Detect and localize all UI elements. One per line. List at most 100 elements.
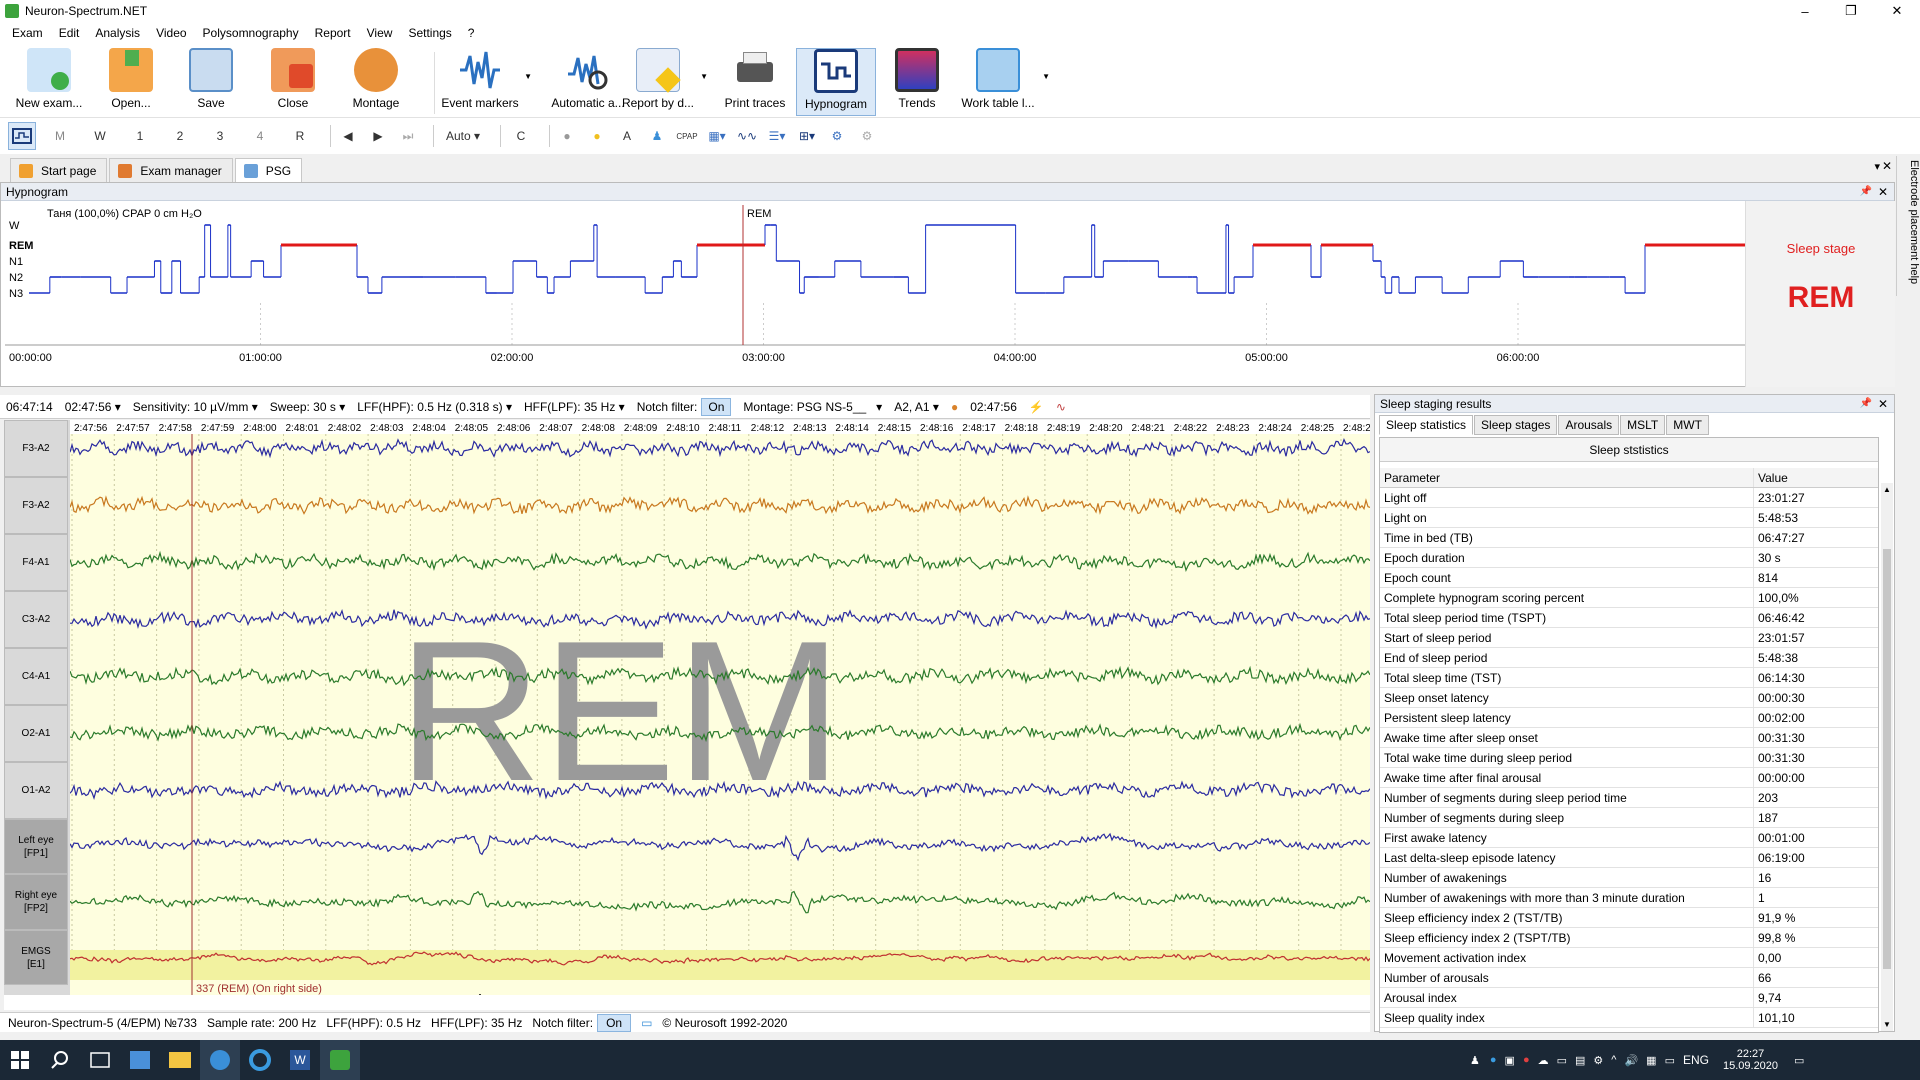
lamp-on-icon[interactable]: ● xyxy=(586,122,608,150)
channel-label[interactable]: EMGS [E1] xyxy=(4,930,68,985)
table-row[interactable]: Number of segments during sleep 187 xyxy=(1380,808,1878,828)
tray-app-icon[interactable]: ▣ xyxy=(1505,1054,1515,1067)
hypnogram-button[interactable]: Hypnogram xyxy=(796,48,876,116)
menu-view[interactable]: View xyxy=(359,26,401,40)
table-row[interactable]: Total sleep period time (TSPT) 06:46:42 xyxy=(1380,608,1878,628)
table-row[interactable]: Awake time after sleep onset 00:31:30 xyxy=(1380,728,1878,748)
table-row[interactable]: Sleep efficiency index 2 (TST/TB) 91,9 % xyxy=(1380,908,1878,928)
tab-arousals[interactable]: Arousals xyxy=(1558,415,1620,435)
hff-dropdown[interactable]: HFF(LPF): 35 Hz ▾ xyxy=(524,400,625,414)
results-scrollbar[interactable]: ▲ ▼ xyxy=(1881,483,1893,1031)
table-row[interactable]: Complete hypnogram scoring percent 100,0% xyxy=(1380,588,1878,608)
tray-device-icon[interactable]: ▭ xyxy=(1557,1054,1567,1067)
cursor-time-dropdown[interactable]: 02:47:56 ▾ xyxy=(65,400,121,414)
scrollbar-thumb[interactable] xyxy=(1883,549,1891,969)
electrode-placement-help-tab[interactable]: Electrode placement help xyxy=(1896,156,1920,296)
table-row[interactable]: Time in bed (TB) 06:47:27 xyxy=(1380,528,1878,548)
table-row[interactable]: Last delta-sleep episode latency 06:19:00 xyxy=(1380,848,1878,868)
person-icon[interactable]: ♟ xyxy=(646,122,668,150)
scroll-up-icon[interactable]: ▲ xyxy=(1883,485,1891,494)
volume-icon[interactable]: 🔊 xyxy=(1624,1054,1638,1067)
taskbar-app-neuron-icon[interactable] xyxy=(200,1040,240,1080)
table-row[interactable]: Epoch duration 30 s xyxy=(1380,548,1878,568)
table-row[interactable]: Start of sleep period 23:01:57 xyxy=(1380,628,1878,648)
status-notch-toggle[interactable]: On xyxy=(597,1013,632,1032)
chevron-down-icon[interactable]: ▼ xyxy=(524,72,532,81)
analysis-icon[interactable]: ⚙ xyxy=(826,122,848,150)
column-header-parameter[interactable]: Parameter xyxy=(1380,468,1754,487)
channel-label[interactable]: Left eye [FP1] xyxy=(4,819,68,874)
cpap-button[interactable]: CPAP xyxy=(676,122,698,150)
channel-label[interactable]: O1-A2 xyxy=(4,762,68,819)
stage-2-button[interactable]: 2 xyxy=(164,122,196,150)
chevron-down-icon[interactable]: ▼ xyxy=(700,72,708,81)
save-button[interactable]: Save xyxy=(186,48,236,116)
channel-label[interactable]: O2-A1 xyxy=(4,705,68,762)
stage-r-button[interactable]: R xyxy=(284,122,316,150)
eeg-plot[interactable]: 2:47:56 2:47:57 2:47:58 2:47:59 2:48:00 2:48:… xyxy=(70,420,1370,995)
skype-icon[interactable]: ● xyxy=(1490,1054,1497,1066)
table-row[interactable]: Epoch count 814 xyxy=(1380,568,1878,588)
word-icon[interactable]: W xyxy=(280,1040,320,1080)
menu-report[interactable]: Report xyxy=(307,26,359,40)
tab-exam-manager[interactable]: Exam manager xyxy=(109,158,233,182)
menu-help[interactable]: ? xyxy=(460,26,483,40)
minimize-button[interactable]: – xyxy=(1782,0,1828,22)
table-row[interactable]: Number of awakenings with more than 3 mi… xyxy=(1380,888,1878,908)
tab-start-page[interactable]: Start page xyxy=(10,158,108,182)
tray-settings-icon[interactable]: ⚙ xyxy=(1593,1054,1603,1067)
table-row[interactable]: Total wake time during sleep period 00:31… xyxy=(1380,748,1878,768)
print-traces-button[interactable]: Print traces xyxy=(720,48,790,116)
notch-toggle[interactable]: On xyxy=(701,397,732,416)
montage-dropdown[interactable]: Montage: PSG NS-5__ ▾ xyxy=(743,400,882,414)
menu-video[interactable]: Video xyxy=(148,26,194,40)
scroll-down-icon[interactable]: ▼ xyxy=(1883,1020,1891,1029)
table-icon[interactable]: ▦▾ xyxy=(706,122,728,150)
table-row[interactable]: Sleep efficiency index 2 (TSPT/TB) 99,8 % xyxy=(1380,928,1878,948)
table-row[interactable]: Awake time after final arousal 00:00:00 xyxy=(1380,768,1878,788)
language-indicator[interactable]: ENG xyxy=(1683,1053,1709,1067)
table-row[interactable]: Number of segments during sleep period t… xyxy=(1380,788,1878,808)
tab-mwt[interactable]: MWT xyxy=(1666,415,1709,435)
stage-w-button[interactable]: W xyxy=(84,122,116,150)
reference-dropdown[interactable]: A2, A1 ▾ xyxy=(894,400,939,414)
menu-polysomnography[interactable]: Polysomnography xyxy=(195,26,307,40)
prev-arrow-icon[interactable]: ◀ xyxy=(337,122,359,150)
windows-start-icon[interactable] xyxy=(0,1040,40,1080)
table-row[interactable]: Arousal index 9,74 xyxy=(1380,988,1878,1008)
table-row[interactable]: Total sleep time (TST) 06:14:30 xyxy=(1380,668,1878,688)
close-icon[interactable]: ✕ xyxy=(1878,185,1888,199)
neuron-spectrum-taskbar-icon[interactable] xyxy=(320,1040,360,1080)
trends-button[interactable]: Trends xyxy=(884,48,950,116)
new-exam-button[interactable]: New exam... xyxy=(10,48,88,116)
signals-icon[interactable]: ⊞▾ xyxy=(796,122,818,150)
channel-label[interactable]: Right eye [FP2] xyxy=(4,874,68,930)
waves-icon[interactable]: ∿∿ xyxy=(736,122,758,150)
wave-marker-icon[interactable]: ∿ xyxy=(1056,400,1066,414)
maximize-button[interactable]: ❐ xyxy=(1828,0,1874,22)
report-button[interactable]: Report by d... ▼ xyxy=(620,48,708,116)
tab-sleep-statistics[interactable]: Sleep statistics xyxy=(1379,415,1474,435)
notifications-icon[interactable]: ▭ xyxy=(1794,1054,1804,1067)
people-icon[interactable]: ♟ xyxy=(1470,1054,1480,1067)
open-button[interactable]: Open... xyxy=(96,48,166,116)
stage-4-button[interactable]: 4 xyxy=(244,122,276,150)
stage-a-button[interactable]: A xyxy=(616,122,638,150)
tray-green-icon[interactable]: ▤ xyxy=(1575,1054,1585,1067)
chevron-down-icon[interactable]: ▼ xyxy=(1042,72,1050,81)
clock[interactable]: 22:27 15.09.2020 xyxy=(1723,1048,1778,1072)
end-arrow-icon[interactable]: ⏭ xyxy=(397,122,419,150)
stage-m-button[interactable]: M xyxy=(44,122,76,150)
network-icon[interactable]: ▦ xyxy=(1646,1054,1656,1067)
taskbar-app-explorer-icon[interactable] xyxy=(120,1040,160,1080)
table-row[interactable]: Sleep onset latency 00:00:30 xyxy=(1380,688,1878,708)
montage-button[interactable]: Montage xyxy=(346,48,406,116)
tab-psg[interactable]: PSG xyxy=(234,158,303,182)
channel-label[interactable]: C4-A1 xyxy=(4,648,68,705)
menu-edit[interactable]: Edit xyxy=(51,26,88,40)
tab-sleep-stages[interactable]: Sleep stages xyxy=(1474,415,1558,435)
channel-label[interactable]: F3-A2 xyxy=(4,420,68,477)
table-row[interactable]: Sleep quality index 101,10 xyxy=(1380,1008,1878,1028)
close-exam-button[interactable]: Close xyxy=(268,48,318,116)
tab-mslt[interactable]: MSLT xyxy=(1620,415,1666,435)
